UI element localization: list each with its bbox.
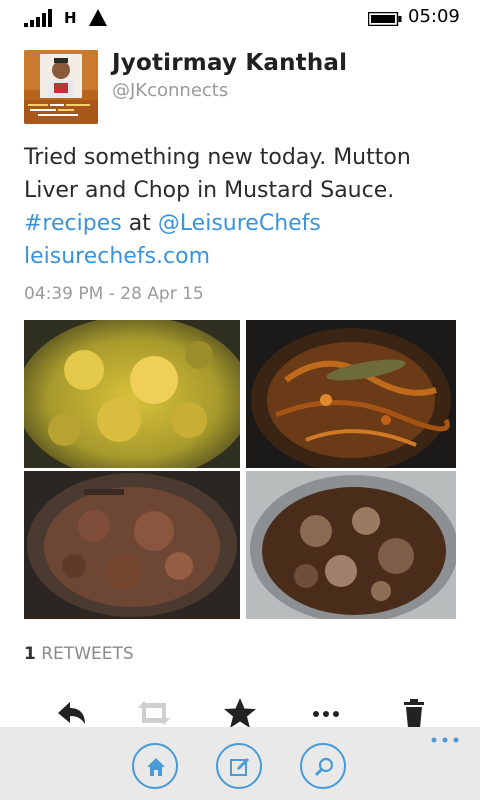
display-name[interactable]: Jyotirmay Kanthal (112, 50, 347, 76)
reply-icon[interactable] (50, 696, 90, 730)
search-icon (314, 757, 334, 777)
signal-strength-icon (24, 9, 52, 27)
home-icon (147, 758, 165, 776)
retweet-count[interactable]: 1 RETWEETS (24, 644, 134, 664)
delete-icon[interactable] (394, 696, 434, 730)
photo-1[interactable] (24, 320, 240, 468)
photo-3[interactable] (24, 471, 240, 619)
home-button[interactable] (132, 743, 178, 789)
tweet-text-line-3: #recipes at @LeisureChefs (24, 207, 464, 240)
more-icon[interactable] (306, 696, 346, 730)
network-type-label: H (64, 9, 77, 27)
app-bar-more-icon[interactable] (430, 735, 460, 745)
tweet-text-line-1: Tried something new today. Mutton (24, 145, 411, 170)
battery-icon (368, 12, 402, 26)
tweet-timestamp: 04:39 PM - 28 Apr 15 (24, 284, 204, 304)
tweet-text-line-2: Liver and Chop in Mustard Sauce. (24, 178, 395, 203)
search-button[interactable] (300, 743, 346, 789)
hashtag-link[interactable]: #recipes (24, 211, 122, 236)
retweet-count-label: RETWEETS (41, 644, 134, 664)
retweet-count-number: 1 (24, 644, 36, 664)
status-bar: H 05:09 (0, 0, 480, 34)
clock: 05:09 (408, 6, 460, 27)
app-bar (0, 727, 480, 800)
photo-4[interactable] (246, 471, 456, 619)
data-connection-icon (89, 9, 107, 26)
tweet-text: Tried something new today. Mutton Liver … (24, 141, 464, 273)
at-word: at (128, 211, 151, 236)
avatar[interactable] (24, 50, 98, 124)
mention-link[interactable]: @LeisureChefs (158, 211, 321, 236)
compose-icon (230, 758, 249, 776)
user-handle[interactable]: @JKconnects (112, 80, 228, 101)
compose-button[interactable] (216, 743, 262, 789)
retweet-icon[interactable] (134, 696, 174, 730)
photo-2[interactable] (246, 320, 456, 468)
favorite-icon[interactable] (220, 696, 260, 730)
url-link[interactable]: leisurechefs.com (24, 240, 464, 273)
